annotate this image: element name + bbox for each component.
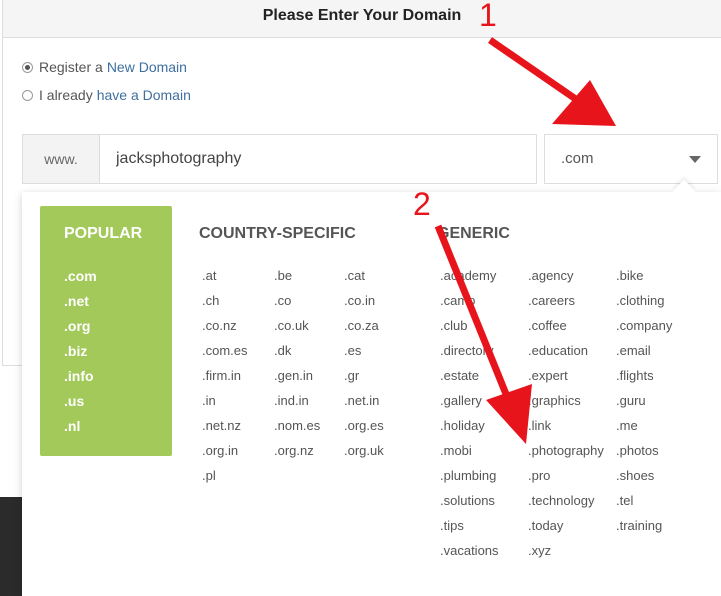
annotation-arrows <box>434 37 616 444</box>
arrow-2-shaft <box>434 224 510 396</box>
annotation-number-1: 1 <box>479 0 497 33</box>
arrow-1-shaft <box>488 37 582 105</box>
annotation-number-2: 2 <box>413 186 431 222</box>
arrow-2-head <box>486 384 532 444</box>
